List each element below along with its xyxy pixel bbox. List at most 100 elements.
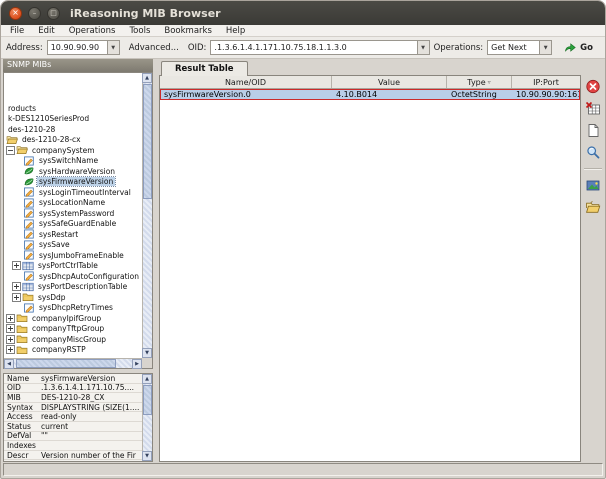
open-folder-icon[interactable] bbox=[585, 200, 601, 215]
tree-item[interactable]: sysLoginTimeoutInterval bbox=[4, 187, 142, 198]
table-icon bbox=[22, 282, 34, 292]
edit-icon bbox=[23, 240, 35, 250]
plus-expander-icon[interactable] bbox=[6, 314, 15, 323]
tab-result-table[interactable]: Result Table bbox=[161, 61, 248, 76]
menu-tools[interactable]: Tools bbox=[122, 26, 157, 36]
tree-item[interactable]: sysDhcpAutoConfiguration bbox=[4, 271, 142, 282]
property-row: OID.1.3.6.1.4.1.171.10.75.... bbox=[4, 384, 142, 394]
tree-item[interactable]: sysDhcpRetryTimes bbox=[4, 303, 142, 314]
tree-item[interactable]: companyMiscGroup bbox=[4, 334, 142, 345]
leaf-icon bbox=[23, 166, 35, 176]
advanced-button[interactable]: Advanced... bbox=[124, 43, 184, 53]
tree-item[interactable]: des-1210-28 bbox=[4, 124, 142, 135]
oid-value[interactable]: .1.3.6.1.4.1.171.10.75.18.1.1.3.0 bbox=[210, 40, 416, 55]
result-table: Name/OID Value Type▿IP:Port sysFirmwareVer… bbox=[159, 75, 581, 462]
mib-panel-header: SNMP MIBs bbox=[3, 59, 153, 72]
tree-item[interactable]: companyRSTP bbox=[4, 345, 142, 356]
folder-closed-icon bbox=[16, 345, 28, 355]
scrollbar-thumb[interactable] bbox=[16, 359, 116, 368]
plus-expander-icon[interactable] bbox=[12, 261, 21, 270]
tree-item[interactable]: sysFirmwareVersion bbox=[4, 177, 142, 188]
document-icon[interactable] bbox=[585, 123, 601, 138]
clear-table-icon[interactable] bbox=[585, 101, 601, 116]
edit-icon bbox=[23, 303, 35, 313]
property-value: Version number of the Fir bbox=[41, 451, 142, 460]
tree-item[interactable]: sysDdp bbox=[4, 292, 142, 303]
plus-expander-icon[interactable] bbox=[12, 293, 21, 302]
toolbar-separator bbox=[584, 168, 602, 170]
menu-bookmarks[interactable]: Bookmarks bbox=[157, 26, 219, 36]
menu-file[interactable]: File bbox=[3, 26, 31, 36]
tree-item[interactable]: companyIpifGroup bbox=[4, 313, 142, 324]
plus-expander-icon[interactable] bbox=[6, 345, 15, 354]
plus-expander-icon[interactable] bbox=[6, 324, 15, 333]
plus-expander-icon[interactable] bbox=[12, 282, 21, 291]
scroll-up-icon[interactable]: ▲ bbox=[142, 374, 152, 384]
tree-horizontal-scrollbar[interactable]: ◀ ▶ bbox=[4, 358, 142, 368]
magnifier-icon[interactable] bbox=[585, 145, 601, 160]
address-value[interactable]: 10.90.90.90 bbox=[47, 40, 107, 55]
scroll-down-icon[interactable]: ▼ bbox=[142, 451, 152, 461]
oid-combo[interactable]: .1.3.6.1.4.1.171.10.75.18.1.1.3.0 ▼ bbox=[210, 40, 429, 55]
edit-icon bbox=[23, 187, 35, 197]
result-row[interactable]: sysFirmwareVersion.04.10.B014OctetString… bbox=[160, 89, 580, 100]
address-combo[interactable]: 10.90.90.90 ▼ bbox=[47, 40, 120, 55]
tree-item-label: companyMiscGroup bbox=[30, 335, 108, 344]
tree-item[interactable]: companySystem bbox=[4, 145, 142, 156]
oid-dropdown-arrow-icon[interactable]: ▼ bbox=[417, 40, 430, 55]
scroll-right-icon[interactable]: ▶ bbox=[132, 359, 142, 369]
operations-dropdown-arrow-icon[interactable]: ▼ bbox=[539, 40, 552, 55]
window-minimize-icon[interactable]: – bbox=[28, 7, 41, 20]
edit-icon bbox=[23, 219, 35, 229]
scroll-down-icon[interactable]: ▼ bbox=[142, 348, 152, 358]
menu-edit[interactable]: Edit bbox=[31, 26, 61, 36]
column-header-nameoid[interactable]: Name/OID bbox=[160, 76, 332, 88]
scrollbar-thumb[interactable] bbox=[143, 84, 152, 199]
plus-expander-icon[interactable] bbox=[6, 335, 15, 344]
scroll-left-icon[interactable]: ◀ bbox=[4, 359, 14, 369]
tree-item[interactable]: sysJumboFrameEnable bbox=[4, 250, 142, 261]
menu-help[interactable]: Help bbox=[219, 26, 252, 36]
address-dropdown-arrow-icon[interactable]: ▼ bbox=[107, 40, 120, 55]
result-cell: 4.10.B014 bbox=[333, 90, 448, 99]
tree-item[interactable]: sysRestart bbox=[4, 229, 142, 240]
picture-icon[interactable] bbox=[585, 178, 601, 193]
tree-item[interactable]: sysSafeGuardEnable bbox=[4, 219, 142, 230]
tree-item[interactable]: sysHardwareVersion bbox=[4, 166, 142, 177]
stop-icon[interactable] bbox=[585, 79, 601, 94]
main-toolbar: Address: 10.90.90.90 ▼ Advanced... OID: … bbox=[1, 37, 605, 59]
tree-item[interactable]: k-DES1210SeriesProd bbox=[4, 114, 142, 125]
tree-item[interactable]: des-1210-28-cx bbox=[4, 135, 142, 146]
tree-item[interactable]: sysSystemPassword bbox=[4, 208, 142, 219]
tree-item[interactable]: companyTftpGroup bbox=[4, 324, 142, 335]
column-header-label: Type bbox=[467, 78, 485, 87]
tree-item[interactable]: roducts bbox=[4, 103, 142, 114]
property-row: Indexes bbox=[4, 441, 142, 451]
tree-item-label: sysJumboFrameEnable bbox=[37, 251, 126, 260]
scrollbar-thumb[interactable] bbox=[143, 385, 152, 415]
column-header-ipport[interactable]: IP:Port bbox=[512, 76, 580, 88]
column-header-type[interactable]: Type▿ bbox=[447, 76, 512, 88]
tree-vertical-scrollbar[interactable]: ▲ ▼ bbox=[142, 73, 152, 358]
tree-item[interactable]: sysSave bbox=[4, 240, 142, 251]
menu-operations[interactable]: Operations bbox=[62, 26, 123, 36]
tree-item[interactable]: sysLocationName bbox=[4, 198, 142, 209]
properties-vertical-scrollbar[interactable]: ▲ ▼ bbox=[142, 374, 152, 461]
go-button[interactable]: Go bbox=[556, 42, 600, 53]
folder-closed-icon bbox=[16, 334, 28, 344]
operation-value[interactable]: Get Next bbox=[487, 40, 539, 55]
window-maximize-icon[interactable]: □ bbox=[47, 7, 60, 20]
operations-combo[interactable]: Get Next ▼ bbox=[487, 40, 552, 55]
tree-item[interactable]: sysPortDescriptionTable bbox=[4, 282, 142, 293]
result-toolbar bbox=[581, 75, 605, 462]
column-header-value[interactable]: Value bbox=[332, 76, 447, 88]
window-close-icon[interactable]: × bbox=[9, 7, 22, 20]
tree-item[interactable]: sysPortCtrlTable bbox=[4, 261, 142, 272]
minus-expander-icon[interactable] bbox=[6, 146, 15, 155]
table-icon bbox=[22, 261, 34, 271]
column-header-label: Value bbox=[378, 78, 400, 87]
tree-item[interactable]: sysSwitchName bbox=[4, 156, 142, 167]
menu-bar: FileEditOperationsToolsBookmarksHelp bbox=[1, 25, 605, 37]
scroll-up-icon[interactable]: ▲ bbox=[142, 73, 152, 83]
edit-icon bbox=[23, 198, 35, 208]
